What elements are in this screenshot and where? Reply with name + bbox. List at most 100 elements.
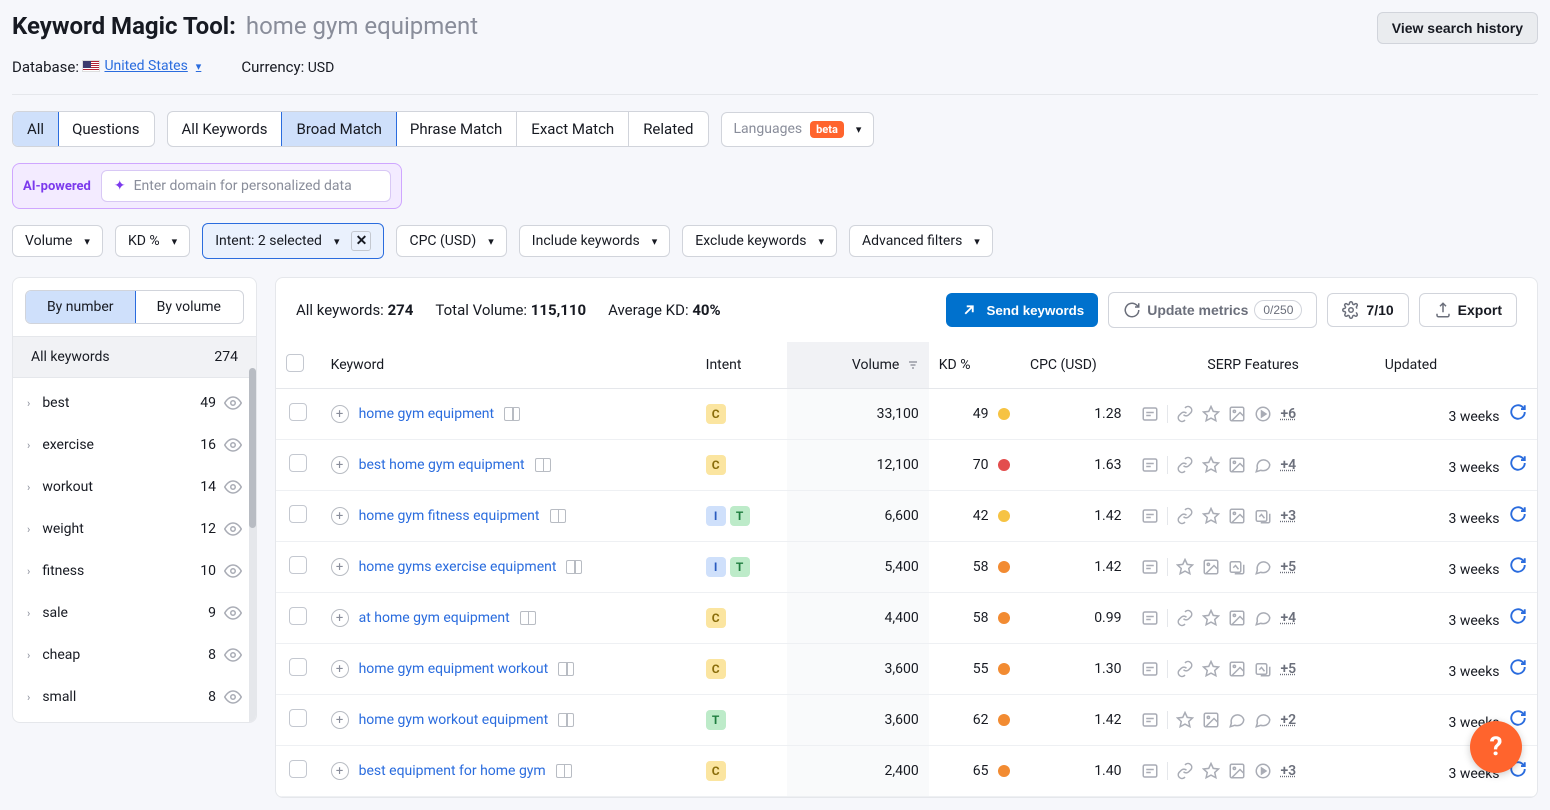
include-keywords-filter[interactable]: Include keywords▾ (519, 225, 670, 257)
advanced-filters[interactable]: Advanced filters▾ (849, 225, 993, 257)
row-checkbox[interactable] (289, 607, 307, 625)
sidebar-group-sale[interactable]: ›sale 9 (13, 592, 256, 634)
serp-features-more[interactable]: +3 (1280, 763, 1296, 779)
keyword-link[interactable]: best home gym equipment (359, 457, 525, 473)
all-keywords-row[interactable]: All keywords 274 (13, 336, 256, 378)
open-serp-icon[interactable] (504, 407, 520, 421)
help-fab-button[interactable]: ? (1470, 721, 1522, 773)
column-kd[interactable]: KD % (929, 342, 1020, 389)
kd-filter[interactable]: KD %▾ (115, 225, 190, 257)
select-all-checkbox[interactable] (286, 354, 304, 372)
sidebar-group-fitness[interactable]: ›fitness 10 (13, 550, 256, 592)
match-tab-exact-match[interactable]: Exact Match (517, 112, 629, 146)
serp-features-more[interactable]: +3 (1280, 508, 1296, 524)
serp-features-more[interactable]: +6 (1280, 406, 1296, 422)
keyword-link[interactable]: home gym equipment (359, 406, 494, 422)
serp-features-more[interactable]: +4 (1280, 610, 1296, 626)
row-checkbox[interactable] (289, 709, 307, 727)
serp-features-more[interactable]: +5 (1280, 559, 1296, 575)
sidebar-group-weight[interactable]: ›weight 12 (13, 508, 256, 550)
keyword-link[interactable]: home gym fitness equipment (359, 508, 540, 524)
by-number-tab[interactable]: By number (25, 290, 136, 324)
settings-button[interactable]: 7/10 (1327, 293, 1408, 327)
serp-overview-icon[interactable] (1141, 609, 1159, 627)
open-serp-icon[interactable] (520, 611, 536, 625)
sidebar-group-cheap[interactable]: ›cheap 8 (13, 634, 256, 676)
open-serp-icon[interactable] (566, 560, 582, 574)
refresh-row-icon[interactable] (1509, 709, 1527, 727)
open-serp-icon[interactable] (550, 509, 566, 523)
cpc-filter[interactable]: CPC (USD)▾ (396, 225, 506, 257)
refresh-row-icon[interactable] (1509, 556, 1527, 574)
by-volume-tab[interactable]: By volume (135, 291, 244, 323)
row-checkbox[interactable] (289, 658, 307, 676)
add-keyword-icon[interactable]: + (331, 762, 349, 780)
row-checkbox[interactable] (289, 760, 307, 778)
add-keyword-icon[interactable]: + (331, 507, 349, 525)
refresh-row-icon[interactable] (1509, 403, 1527, 421)
scope-tab-questions[interactable]: Questions (58, 112, 153, 146)
keyword-link[interactable]: best equipment for home gym (359, 763, 546, 779)
match-tab-broad-match[interactable]: Broad Match (281, 111, 396, 147)
serp-features-more[interactable]: +2 (1280, 712, 1296, 728)
add-keyword-icon[interactable]: + (331, 609, 349, 627)
exclude-keywords-filter[interactable]: Exclude keywords▾ (682, 225, 837, 257)
row-checkbox[interactable] (289, 505, 307, 523)
refresh-row-icon[interactable] (1509, 658, 1527, 676)
intent-filter[interactable]: Intent: 2 selected▾✕ (202, 223, 384, 259)
open-serp-icon[interactable] (535, 458, 551, 472)
column-keyword[interactable]: Keyword (321, 342, 696, 389)
open-serp-icon[interactable] (558, 713, 574, 727)
row-checkbox[interactable] (289, 403, 307, 421)
serp-overview-icon[interactable] (1141, 762, 1159, 780)
refresh-row-icon[interactable] (1509, 454, 1527, 472)
update-metrics-button[interactable]: Update metrics 0/250 (1108, 292, 1317, 328)
keyword-link[interactable]: home gyms exercise equipment (359, 559, 557, 575)
kd-indicator-icon (998, 510, 1010, 522)
match-tab-all-keywords[interactable]: All Keywords (168, 112, 283, 146)
refresh-row-icon[interactable] (1509, 505, 1527, 523)
add-keyword-icon[interactable]: + (331, 711, 349, 729)
match-tab-phrase-match[interactable]: Phrase Match (396, 112, 517, 146)
column-volume[interactable]: Volume (787, 342, 929, 389)
column-intent[interactable]: Intent (696, 342, 787, 389)
keyword-link[interactable]: home gym workout equipment (359, 712, 549, 728)
add-keyword-icon[interactable]: + (331, 558, 349, 576)
column-cpc[interactable]: CPC (USD) (1020, 342, 1132, 389)
ai-domain-input[interactable]: ✦ Enter domain for personalized data (101, 170, 391, 202)
add-keyword-icon[interactable]: + (331, 660, 349, 678)
serp-features-more[interactable]: +4 (1280, 457, 1296, 473)
scope-tab-all[interactable]: All (12, 111, 59, 147)
open-serp-icon[interactable] (556, 764, 572, 778)
sidebar-group-exercise[interactable]: ›exercise 16 (13, 424, 256, 466)
volume-filter[interactable]: Volume▾ (12, 225, 103, 257)
clear-intent-icon[interactable]: ✕ (351, 231, 371, 251)
keyword-link[interactable]: home gym equipment workout (359, 661, 549, 677)
row-checkbox[interactable] (289, 454, 307, 472)
sidebar-scrollbar[interactable] (249, 368, 256, 723)
serp-features-more[interactable]: +5 (1280, 661, 1296, 677)
keyword-link[interactable]: at home gym equipment (359, 610, 510, 626)
serp-overview-icon[interactable] (1141, 405, 1159, 423)
languages-dropdown[interactable]: Languages beta ▾ (721, 112, 875, 147)
add-keyword-icon[interactable]: + (331, 456, 349, 474)
add-keyword-icon[interactable]: + (331, 405, 349, 423)
column-updated[interactable]: Updated (1375, 342, 1537, 389)
view-history-button[interactable]: View search history (1377, 12, 1538, 44)
match-tab-related[interactable]: Related (629, 112, 707, 146)
serp-overview-icon[interactable] (1141, 456, 1159, 474)
serp-overview-icon[interactable] (1141, 558, 1159, 576)
column-serp[interactable]: SERP Features (1131, 342, 1374, 389)
database-selector[interactable]: United States ▾ (82, 58, 201, 74)
sidebar-group-best[interactable]: ›best 49 (13, 382, 256, 424)
send-keywords-button[interactable]: Send keywords (946, 293, 1098, 327)
export-button[interactable]: Export (1419, 293, 1517, 327)
serp-overview-icon[interactable] (1141, 507, 1159, 525)
sidebar-group-workout[interactable]: ›workout 14 (13, 466, 256, 508)
refresh-row-icon[interactable] (1509, 607, 1527, 625)
serp-overview-icon[interactable] (1141, 711, 1159, 729)
open-serp-icon[interactable] (558, 662, 574, 676)
row-checkbox[interactable] (289, 556, 307, 574)
serp-overview-icon[interactable] (1141, 660, 1159, 678)
sidebar-group-small[interactable]: ›small 8 (13, 676, 256, 718)
